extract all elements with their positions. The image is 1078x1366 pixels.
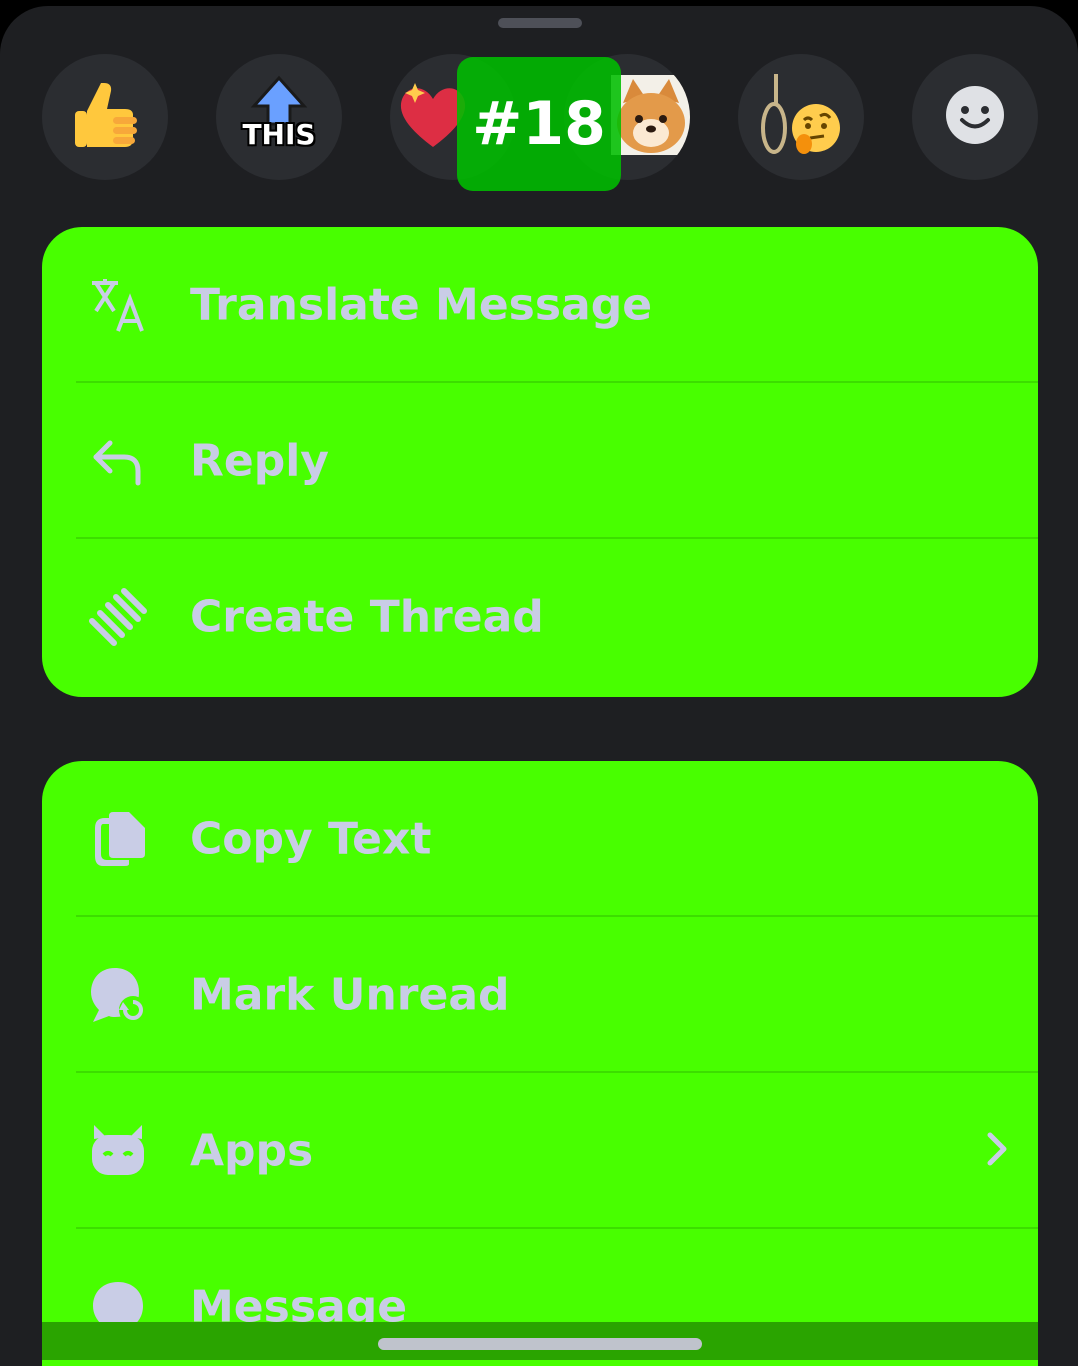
- shiba-dog-icon: [611, 75, 690, 159]
- add-reaction-icon: [945, 85, 1005, 149]
- overlay-number-badge: #18: [457, 57, 621, 191]
- mark-unread-item[interactable]: Mark Unread: [42, 917, 1038, 1073]
- apps-item[interactable]: Apps: [42, 1073, 1038, 1229]
- apps-label: Apps: [190, 1125, 314, 1177]
- apps-robot-icon: [86, 1119, 150, 1183]
- translate-message-label: Translate Message: [190, 279, 653, 331]
- reply-label: Reply: [190, 435, 329, 487]
- drag-handle[interactable]: [498, 18, 582, 28]
- mark-unread-label: Mark Unread: [190, 969, 510, 1021]
- reaction-noose-thinking-button[interactable]: [738, 54, 864, 180]
- reply-arrow-icon: [86, 429, 150, 493]
- reaction-thumbs-up-button[interactable]: [42, 54, 168, 180]
- create-thread-label: Create Thread: [190, 591, 544, 643]
- thread-icon: [86, 585, 150, 649]
- copy-icon: [86, 807, 150, 871]
- this-label: THIS: [242, 118, 316, 151]
- reaction-this-button[interactable]: THIS: [216, 54, 342, 180]
- this-arrow-icon: THIS: [234, 72, 324, 162]
- home-indicator[interactable]: [378, 1338, 702, 1350]
- translate-icon: [86, 273, 150, 337]
- reply-item[interactable]: Reply: [42, 383, 1038, 539]
- noose-thinking-icon: [756, 70, 846, 164]
- copy-text-label: Copy Text: [190, 813, 432, 865]
- copy-text-item[interactable]: Copy Text: [42, 761, 1038, 917]
- mark-unread-icon: [86, 963, 150, 1027]
- translate-message-item[interactable]: Translate Message: [42, 227, 1038, 383]
- thumbs-up-icon: [67, 77, 143, 157]
- chevron-right-icon: [986, 1129, 1010, 1173]
- add-reaction-button[interactable]: [912, 54, 1038, 180]
- create-thread-item[interactable]: Create Thread: [42, 539, 1038, 695]
- menu-group-primary: Translate Message Reply Create Thread: [42, 227, 1038, 697]
- menu-group-secondary: Copy Text Mark Unread Apps Message: [42, 761, 1038, 1366]
